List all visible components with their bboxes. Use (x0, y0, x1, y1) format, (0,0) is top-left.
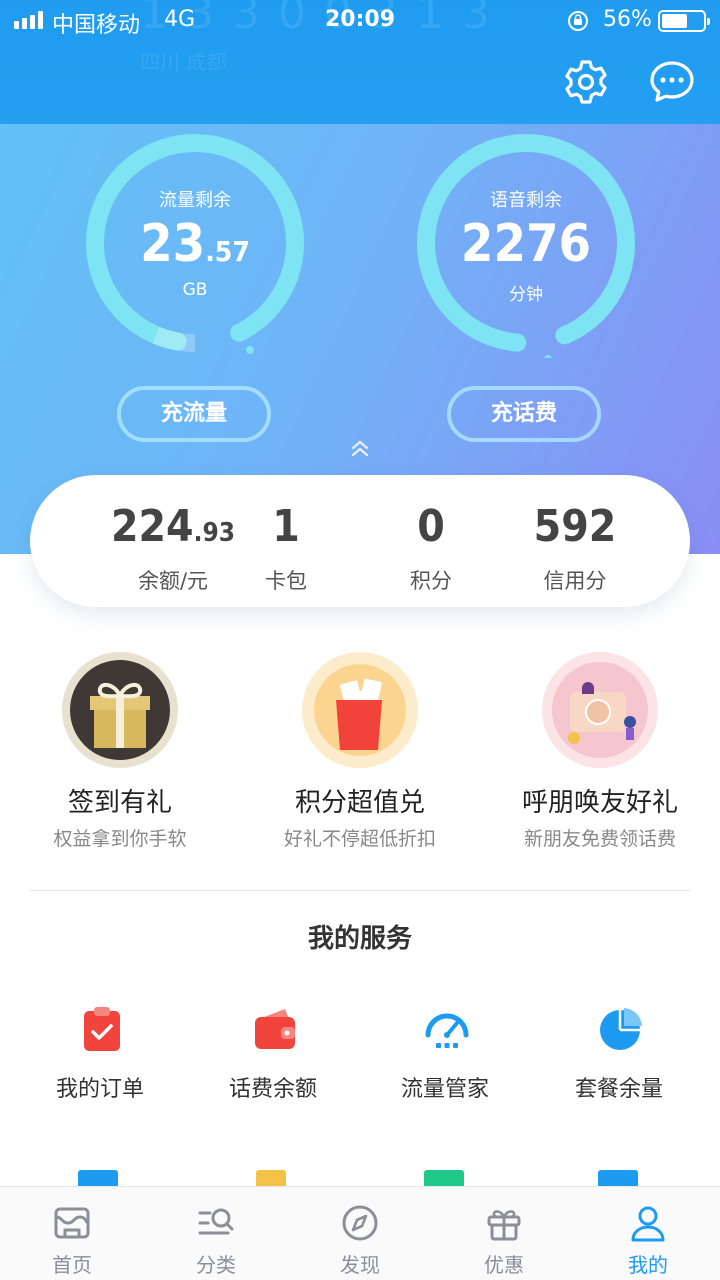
data-remaining-gauge[interactable]: 流量剩余 23.57 GB (80, 128, 310, 358)
tab-mine[interactable]: 我的 (576, 1187, 720, 1280)
ghost-location: 四川 成都 (140, 50, 227, 74)
promo-subtitle: 新朋友免费领话费 (523, 828, 676, 850)
pie-chart-icon (600, 1008, 642, 1050)
service-icon-peek (424, 1170, 464, 1186)
message-icon[interactable] (648, 58, 696, 106)
gauge-unit: GB (182, 280, 208, 300)
gear-icon[interactable] (562, 58, 610, 106)
service-label: 流量管家 (400, 1077, 489, 1102)
gauge-value: 2276 (460, 214, 592, 274)
service-label: 我的订单 (55, 1077, 144, 1102)
promo-title: 呼朋唤友好礼 (521, 788, 678, 818)
promo-title: 签到有礼 (67, 788, 172, 818)
section-divider (30, 890, 690, 891)
recharge-data-button[interactable]: 充流量 (117, 386, 271, 442)
tab-home[interactable]: 首页 (0, 1187, 144, 1280)
speedometer-icon (425, 1013, 469, 1048)
recharge-bill-button[interactable]: 充话费 (447, 386, 601, 442)
home-icon (54, 1207, 90, 1239)
tab-offers[interactable]: 优惠 (432, 1187, 576, 1280)
service-icon-peek (256, 1170, 286, 1186)
compass-icon (342, 1205, 378, 1241)
invite-coupon-icon (542, 652, 658, 768)
service-label: 话费余额 (228, 1077, 317, 1102)
voice-remaining-gauge[interactable]: 语音剩余 2276 分钟 (411, 128, 641, 358)
gauge-label: 流量剩余 (159, 190, 231, 211)
tab-label: 我的 (628, 1253, 668, 1277)
order-clipboard-icon (84, 1007, 120, 1051)
user-icon (631, 1206, 665, 1242)
shopping-bag-icon (302, 652, 418, 768)
stat-value: 0 (417, 501, 445, 552)
tab-discover[interactable]: 发现 (288, 1187, 432, 1280)
promo-title: 积分超值兑 (294, 788, 425, 818)
stat-value: 1 (272, 501, 300, 552)
gift-icon (62, 652, 178, 768)
tab-label: 首页 (52, 1253, 92, 1277)
tab-category[interactable]: 分类 (144, 1187, 288, 1280)
account-stats-card: 224.93 余额/元 1 卡包 0 积分 592 信用分 (30, 475, 690, 607)
promo-subtitle: 好礼不停超低折扣 (283, 828, 436, 850)
gauge-unit: 分钟 (509, 285, 543, 305)
stat-caption: 积分 (410, 569, 452, 593)
rotation-lock-icon (568, 11, 588, 31)
chevron-up-icon[interactable] (348, 436, 372, 460)
stat-caption: 卡包 (265, 569, 307, 593)
bottom-tab-bar: 首页 分类 发现 优惠 我的 (0, 1186, 720, 1280)
gauge-label: 语音剩余 (490, 190, 562, 211)
tab-label: 分类 (196, 1253, 236, 1277)
top-header: 1 3 3 0 0 3 1 3 四川 成都 中国移动 4G 20:09 56% (0, 0, 720, 124)
wallet-icon (255, 1009, 295, 1049)
service-icon-peek (598, 1170, 638, 1186)
services-section-title: 我的服务 (307, 924, 412, 954)
battery-icon (658, 10, 710, 32)
stat-value: 592 (533, 501, 617, 552)
tab-label: 发现 (340, 1253, 380, 1277)
promo-subtitle: 权益拿到你手软 (53, 828, 187, 850)
tab-label: 优惠 (484, 1253, 524, 1277)
status-bar: 中国移动 4G 20:09 56% (0, 0, 720, 40)
gauge-value: 23.57 (140, 214, 250, 274)
category-icon (198, 1208, 234, 1235)
battery-percent: 56% (603, 7, 652, 32)
stat-caption: 信用分 (543, 569, 607, 593)
service-icon-peek (78, 1170, 118, 1186)
gift-icon (487, 1210, 521, 1241)
service-label: 套餐余量 (574, 1077, 663, 1102)
